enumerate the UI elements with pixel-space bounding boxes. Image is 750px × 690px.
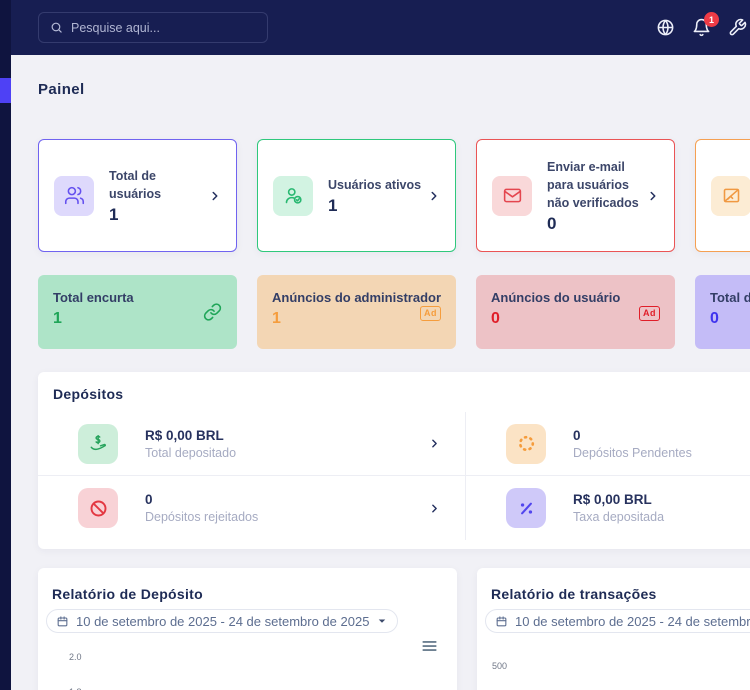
- mini-card-total-shortened[interactable]: Total encurta 1: [38, 275, 237, 349]
- stat-card-email-unverified[interactable]: Enviar e-mail para usuários não verifica…: [476, 139, 675, 252]
- ad-badge-icon: Ad: [420, 303, 441, 321]
- topbar: 1: [11, 0, 750, 55]
- page-title: Painel: [38, 81, 85, 98]
- mini-card-user-ads[interactable]: Anúncios do usuário 0 Ad: [476, 275, 675, 349]
- chevron-right-icon[interactable]: [428, 502, 441, 515]
- link-icon: [203, 303, 222, 322]
- settings-wrench-icon[interactable]: [728, 18, 747, 37]
- notification-count-badge: 1: [704, 12, 719, 27]
- hand-dollar-icon: [78, 424, 118, 464]
- date-range-text: 10 de setembro de 2025 - 24 de setembro …: [76, 614, 369, 629]
- stat-card-row: Total de usuários 1 Usuários ativos 1: [38, 139, 750, 252]
- users-group-icon: [54, 176, 94, 216]
- spinner-icon: [506, 424, 546, 464]
- search-icon: [50, 21, 63, 34]
- deposit-label: Taxa depositada: [573, 510, 750, 524]
- stat-card-active-users[interactable]: Usuários ativos 1: [257, 139, 456, 252]
- mini-card-admin-ads[interactable]: Anúncios do administrador 1 Ad: [257, 275, 456, 349]
- deposit-item-rejected[interactable]: 0 Depósitos rejeitados: [38, 476, 466, 540]
- stat-card-total-users[interactable]: Total de usuários 1: [38, 139, 237, 252]
- language-globe-icon[interactable]: [656, 18, 675, 37]
- calendar-icon: [495, 615, 508, 628]
- ad-badge-label: Ad: [420, 306, 441, 321]
- deposit-value: R$ 0,00 BRL: [145, 428, 428, 443]
- stat-title: Total de usuários: [109, 167, 208, 203]
- charts-row: Relatório de Depósito 10 de setembro de …: [38, 568, 750, 690]
- collapsed-sidebar: [0, 0, 11, 690]
- ad-badge-icon: Ad: [639, 303, 660, 321]
- chevron-right-icon[interactable]: [428, 437, 441, 450]
- deposit-value: 0: [573, 428, 750, 443]
- deposit-item-pending[interactable]: 0 Depósitos Pendentes: [466, 412, 750, 476]
- chevron-right-icon[interactable]: [427, 189, 441, 203]
- mini-card-title: Anúncios do usuário: [491, 290, 660, 305]
- mini-card-value: 1: [53, 310, 222, 328]
- deposit-value: R$ 0,00 BRL: [573, 492, 750, 507]
- deposit-label: Depósitos Pendentes: [573, 446, 750, 460]
- y-axis-tick: 500: [492, 661, 507, 671]
- percent-icon: [506, 488, 546, 528]
- chart-title: Relatório de transações: [491, 586, 750, 602]
- deposit-item-fee[interactable]: R$ 0,00 BRL Taxa depositada: [466, 476, 750, 540]
- mini-card-value: 1: [272, 310, 441, 328]
- chart-title: Relatório de Depósito: [52, 586, 457, 602]
- calendar-icon: [56, 615, 69, 628]
- y-axis-tick: 2.0: [69, 652, 82, 662]
- deposit-value: 0: [145, 492, 428, 507]
- stat-value: 0: [547, 214, 646, 234]
- stat-card-clipped[interactable]: [695, 139, 750, 252]
- date-range-picker[interactable]: 10 de setembro de 2025 - 24 de setembro …: [46, 609, 398, 633]
- deposit-report-card: Relatório de Depósito 10 de setembro de …: [38, 568, 457, 690]
- mini-card-title: Total de: [710, 290, 750, 305]
- notifications-bell-icon[interactable]: 1: [692, 18, 711, 37]
- transactions-report-card: Relatório de transações 10 de setembro d…: [477, 568, 750, 690]
- image-off-icon: [711, 176, 750, 216]
- chevron-right-icon[interactable]: [646, 189, 660, 203]
- deposit-label: Depósitos rejeitados: [145, 510, 428, 524]
- deposits-section: Depósitos R$ 0,00 BRL Total depositado: [38, 372, 750, 549]
- main-content: Painel Total de usuários 1 Usuários ativ…: [11, 55, 750, 690]
- search-box[interactable]: [38, 12, 268, 43]
- deposit-label: Total depositado: [145, 446, 428, 460]
- deposits-title: Depósitos: [38, 372, 750, 402]
- chevron-right-icon[interactable]: [208, 189, 222, 203]
- search-input[interactable]: [71, 21, 256, 35]
- sidebar-active-item[interactable]: [0, 78, 11, 103]
- deposit-item-total[interactable]: R$ 0,00 BRL Total depositado: [38, 412, 466, 476]
- stat-title: Enviar e-mail para usuários não verifica…: [547, 158, 646, 212]
- ban-icon: [78, 488, 118, 528]
- stat-title: Usuários ativos: [328, 176, 427, 194]
- caret-down-icon: [376, 615, 388, 627]
- stat-value: 1: [328, 196, 427, 216]
- mini-card-title: Total encurta: [53, 290, 222, 305]
- mini-card-row: Total encurta 1 Anúncios do administrado…: [38, 275, 750, 349]
- mini-card-value: 0: [710, 310, 750, 328]
- chart-menu-icon[interactable]: [422, 640, 437, 652]
- envelope-icon: [492, 176, 532, 216]
- user-check-icon: [273, 176, 313, 216]
- date-range-picker[interactable]: 10 de setembro de 2025 - 24 de setembro …: [485, 609, 750, 633]
- mini-card-title: Anúncios do administrador: [272, 290, 441, 305]
- ad-badge-label: Ad: [639, 306, 660, 321]
- date-range-text: 10 de setembro de 2025 - 24 de setembro …: [515, 614, 750, 629]
- mini-card-clipped[interactable]: Total de 0: [695, 275, 750, 349]
- mini-card-value: 0: [491, 310, 660, 328]
- stat-value: 1: [109, 205, 208, 225]
- deposits-grid: R$ 0,00 BRL Total depositado 0 Depósitos…: [38, 412, 750, 540]
